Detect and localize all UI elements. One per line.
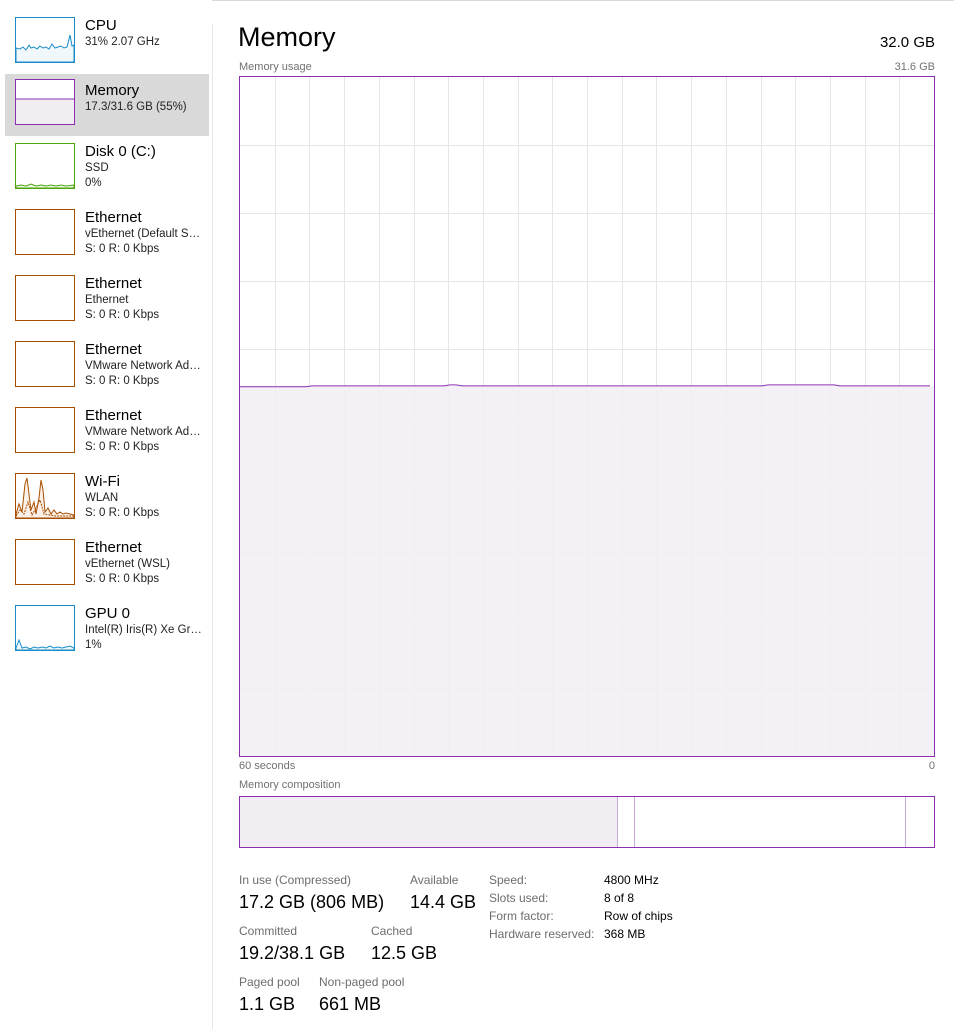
- form-factor-label: Form factor:: [489, 909, 554, 923]
- sidebar-item-title: Ethernet: [85, 407, 142, 424]
- sidebar: CPU 31% 2.07 GHz Memory 17.3/31.6 GB (55…: [0, 0, 212, 1029]
- sidebar-item-detail: 17.3/31.6 GB (55%): [85, 101, 187, 113]
- sidebar-item-title: Ethernet: [85, 341, 142, 358]
- memory-composition-bar[interactable]: [239, 796, 935, 848]
- ethernet-thumbnail-graph: [15, 407, 75, 453]
- sidebar-item-throughput: S: 0 R: 0 Kbps: [85, 441, 160, 453]
- in-use-label: In use (Compressed): [239, 873, 352, 887]
- sidebar-item-ethernet-vmnet8[interactable]: Ethernet VMware Network Adapter VMnet8 S…: [5, 402, 209, 464]
- sidebar-item-detail: vEthernet (Default Switch): [85, 228, 205, 240]
- ethernet-thumbnail-graph: [15, 539, 75, 585]
- sidebar-item-title: Memory: [85, 82, 140, 99]
- paged-pool-label: Paged pool: [239, 975, 300, 989]
- cached-value: 12.5 GB: [371, 943, 438, 963]
- pane-divider[interactable]: [212, 24, 213, 1029]
- memory-usage-area: [240, 385, 934, 756]
- committed-label: Committed: [239, 924, 298, 938]
- sidebar-item-detail: Ethernet: [85, 294, 129, 306]
- sidebar-item-title: Ethernet: [85, 539, 142, 556]
- sidebar-item-title: Ethernet: [85, 209, 142, 226]
- gpu-thumbnail-graph: [15, 605, 75, 651]
- sidebar-item-title: GPU 0: [85, 605, 131, 622]
- slots-used-value: 8 of 8: [604, 891, 635, 905]
- speed-value: 4800 MHz: [604, 873, 659, 887]
- in-use-value: 17.2 GB (806 MB): [239, 892, 385, 912]
- sidebar-item-title: Ethernet: [85, 275, 142, 292]
- sidebar-item-throughput: S: 0 R: 0 Kbps: [85, 243, 160, 255]
- sidebar-item-detail: SSD: [85, 162, 109, 174]
- sidebar-item-ethernet[interactable]: Ethernet Ethernet S: 0 R: 0 Kbps: [5, 270, 209, 332]
- time-span-label: 60 seconds: [239, 760, 296, 772]
- composition-standby-segment[interactable]: [635, 797, 907, 847]
- sidebar-item-memory[interactable]: Memory 17.3/31.6 GB (55%): [5, 74, 209, 136]
- sidebar-item-disk[interactable]: Disk 0 (C:) SSD 0%: [5, 138, 209, 200]
- sidebar-item-throughput: S: 0 R: 0 Kbps: [85, 375, 160, 387]
- non-paged-pool-label: Non-paged pool: [319, 975, 405, 989]
- sidebar-item-detail: 31% 2.07 GHz: [85, 36, 160, 48]
- available-value: 14.4 GB: [410, 892, 477, 912]
- time-zero-label: 0: [928, 760, 935, 772]
- composition-modified-segment[interactable]: [618, 797, 635, 847]
- memory-usage-graph: [239, 76, 935, 757]
- memory-usage-max: 31.6 GB: [894, 61, 935, 73]
- page-title: Memory: [238, 22, 336, 52]
- sidebar-item-detail: vEthernet (WSL): [85, 558, 170, 570]
- sidebar-item-title: CPU: [85, 17, 117, 34]
- hardware-reserved-value: 368 MB: [604, 927, 646, 941]
- ethernet-thumbnail-graph: [15, 209, 75, 255]
- memory-usage-graph-svg: [240, 77, 934, 756]
- paged-pool-value: 1.1 GB: [239, 994, 296, 1014]
- memory-usage-label: Memory usage: [239, 61, 312, 73]
- disk-thumbnail-graph: [15, 143, 75, 189]
- memory-composition-label: Memory composition: [239, 779, 341, 791]
- form-factor-value: Row of chips: [604, 909, 673, 923]
- ethernet-thumbnail-graph: [15, 275, 75, 321]
- sidebar-item-ethernet-default-switch[interactable]: Ethernet vEthernet (Default Switch) S: 0…: [5, 204, 209, 266]
- sidebar-item-usage: 0%: [85, 177, 102, 189]
- sidebar-item-ethernet-vmnet1[interactable]: Ethernet VMware Network Adapter VMnet1 S…: [5, 336, 209, 398]
- sidebar-item-detail: Intel(R) Iris(R) Xe Graphics: [85, 624, 205, 636]
- sidebar-item-detail: VMware Network Adapter VMnet1: [85, 360, 205, 372]
- available-label: Available: [410, 873, 459, 887]
- cpu-thumbnail-graph: [15, 17, 75, 63]
- sidebar-item-throughput: S: 0 R: 0 Kbps: [85, 573, 160, 585]
- slots-used-label: Slots used:: [489, 891, 549, 905]
- ethernet-thumbnail-graph: [15, 341, 75, 387]
- committed-value: 19.2/38.1 GB: [239, 943, 346, 963]
- sidebar-item-ethernet-wsl[interactable]: Ethernet vEthernet (WSL) S: 0 R: 0 Kbps: [5, 534, 209, 596]
- sidebar-item-throughput: S: 0 R: 0 Kbps: [85, 309, 160, 321]
- cached-label: Cached: [371, 924, 413, 938]
- sidebar-item-detail: VMware Network Adapter VMnet8: [85, 426, 205, 438]
- sidebar-item-title: Disk 0 (C:): [85, 143, 156, 160]
- hardware-reserved-label: Hardware reserved:: [489, 927, 595, 941]
- sidebar-item-gpu[interactable]: GPU 0 Intel(R) Iris(R) Xe Graphics 1%: [5, 600, 209, 662]
- wifi-thumbnail-graph: [15, 473, 75, 519]
- non-paged-pool-value: 661 MB: [319, 994, 382, 1014]
- speed-label: Speed:: [489, 873, 528, 887]
- composition-in-use-segment[interactable]: [240, 797, 619, 847]
- memory-thumbnail-graph: [15, 79, 75, 125]
- sidebar-item-cpu[interactable]: CPU 31% 2.07 GHz: [5, 12, 209, 74]
- total-memory: 32.0 GB: [879, 34, 935, 51]
- sidebar-item-detail: WLAN: [85, 492, 119, 504]
- sidebar-item-throughput: S: 0 R: 0 Kbps: [85, 507, 160, 519]
- sidebar-item-title: Wi-Fi: [85, 473, 120, 490]
- sidebar-item-usage: 1%: [85, 639, 102, 651]
- sidebar-item-wifi[interactable]: Wi-Fi WLAN S: 0 R: 0 Kbps: [5, 468, 209, 530]
